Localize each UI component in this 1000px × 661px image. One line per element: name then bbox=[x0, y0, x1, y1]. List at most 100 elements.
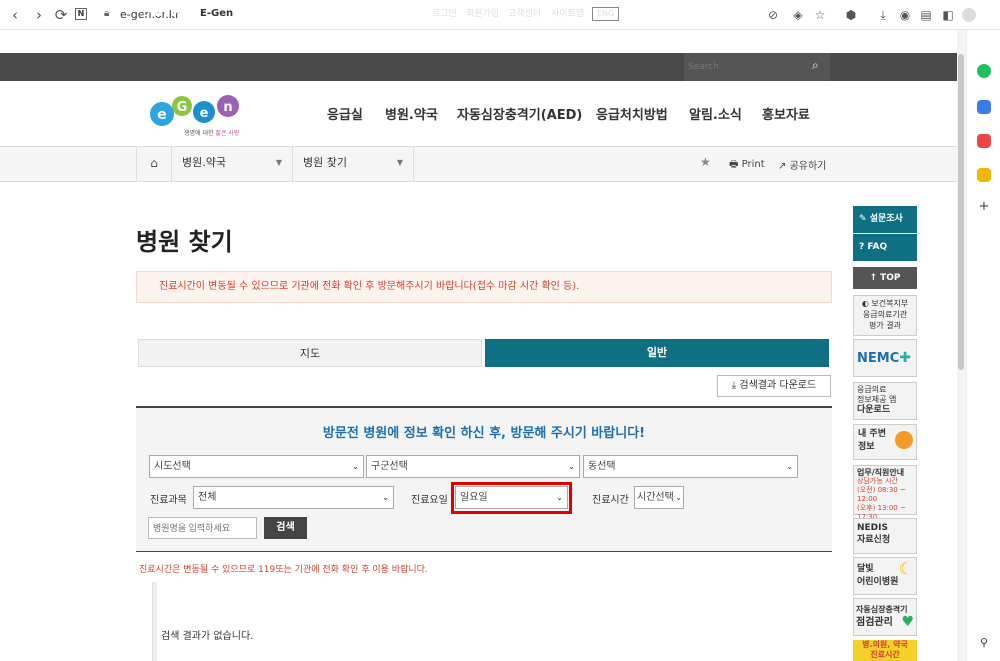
breadcrumb-level2-select[interactable]: 병원 찾기 ▼ bbox=[293, 146, 414, 182]
lock-icon[interactable]: 🔒︎ bbox=[104, 8, 109, 19]
sitemap-link[interactable]: 사이트맵 bbox=[551, 0, 584, 28]
duty-morning: (오전) 08:30 ~ 12:00 bbox=[857, 486, 906, 503]
faq-button[interactable]: ? FAQ bbox=[853, 234, 917, 261]
extension-icon[interactable]: ⬢ bbox=[843, 7, 859, 23]
hospital-name-input[interactable] bbox=[148, 517, 257, 539]
result-divider bbox=[152, 582, 157, 661]
time-label: 진료시간 bbox=[592, 495, 629, 506]
reload-button[interactable]: ⟳ bbox=[52, 6, 70, 24]
back-button[interactable]: ‹ bbox=[6, 6, 24, 24]
app-subtitle: 정보제공 앱 bbox=[857, 395, 897, 404]
calendar-icon[interactable] bbox=[977, 100, 991, 114]
education-link[interactable]: 교육 bbox=[297, 0, 315, 28]
search-icon[interactable]: ⌕ bbox=[812, 58, 819, 73]
svg-text:n: n bbox=[223, 100, 232, 115]
pin-icon[interactable]: ⚲ bbox=[977, 636, 991, 650]
support-link[interactable]: 고객센터 bbox=[508, 0, 541, 28]
camera-icon[interactable]: ◉ bbox=[897, 7, 913, 23]
time-change-note: 진료시간은 변동될 수 있으므로 119또는 기관에 전화 확인 후 이용 바랍… bbox=[139, 565, 428, 575]
forward-button[interactable]: › bbox=[30, 6, 48, 24]
breadcrumb-level1-select[interactable]: 병원.약국 ▼ bbox=[172, 146, 293, 182]
duty-info-banner[interactable]: 업무/직원안내 상담가능 시간 (오전) 08:30 ~ 12:00 (오후) … bbox=[853, 465, 917, 521]
nedis-banner[interactable]: NEDIS 자료신청 bbox=[853, 518, 917, 554]
signup-link[interactable]: 회원가입 bbox=[466, 0, 499, 28]
eng-link[interactable]: ENG bbox=[592, 7, 620, 21]
app-download-label: 다운로드 bbox=[857, 405, 891, 415]
notice-banner: 진료시간이 변동될 수 있으므로 기관에 전화 확인 후 방문해주시기 바랍니다… bbox=[136, 271, 832, 303]
download-icon[interactable]: ⤓ bbox=[875, 7, 891, 23]
share-button[interactable]: ↗ 공유하기 bbox=[778, 157, 826, 172]
clinic-title: 병.의원, 약국 bbox=[862, 640, 908, 649]
moon-icon: ☾ bbox=[898, 559, 913, 578]
evaluation-subtitle: 평가 결과 bbox=[869, 321, 901, 330]
bookmark-star-icon[interactable] bbox=[977, 168, 991, 182]
chevron-down-icon: ⌄ bbox=[382, 493, 389, 502]
survey-button[interactable]: ✎ 설문조사 bbox=[853, 206, 917, 233]
poison-info-link[interactable]: 중독정보 bbox=[243, 0, 280, 28]
star-icon[interactable]: ☆ bbox=[812, 7, 828, 23]
aed-check-banner[interactable]: 자동심장충격기 점검관리 ♥ bbox=[853, 598, 917, 636]
moonlight-banner[interactable]: 달빛 어린이병원 ☾ bbox=[853, 557, 917, 595]
scrollbar-thumb[interactable] bbox=[958, 54, 964, 370]
integrated-search-dropdown[interactable]: 통합검색 ▾ bbox=[628, 0, 669, 28]
nemc-link[interactable]: NEMC bbox=[155, 0, 188, 28]
app-green-icon[interactable] bbox=[977, 64, 991, 78]
gnb-news[interactable]: 알림.소식 bbox=[689, 104, 742, 123]
sido-select[interactable]: 시도선택 ⌄ bbox=[149, 455, 364, 478]
duty-title: 업무/직원안내 bbox=[857, 468, 905, 477]
chevron-down-icon: ▼ bbox=[275, 158, 282, 167]
day-select-highlight bbox=[451, 482, 572, 514]
egen-logo[interactable]: e G e n 생명에 대한 젊은 사랑 bbox=[148, 92, 248, 138]
top-button[interactable]: ↑ TOP bbox=[853, 267, 917, 289]
gnb-first-aid[interactable]: 응급처치방법 bbox=[596, 104, 668, 123]
gnb-aed[interactable]: 자동심장충격기(AED) bbox=[457, 104, 582, 123]
monitoring-link[interactable]: 응급의료모니터링 bbox=[333, 0, 407, 28]
edit-icon: ✎ bbox=[859, 214, 867, 224]
blocked-icon[interactable]: ⊘ bbox=[765, 7, 781, 23]
cross-icon: ✚ bbox=[899, 350, 911, 366]
nearby-info-banner[interactable]: 내 주변 정보 bbox=[853, 424, 917, 460]
breadcrumb-home-icon[interactable]: ⌂ bbox=[136, 146, 172, 182]
svg-text:e: e bbox=[200, 106, 209, 121]
print-button[interactable]: 🖶︎ Print bbox=[729, 157, 765, 174]
browser-side-panel: + ⚲ bbox=[966, 30, 1000, 661]
heart-icon: ♥ bbox=[901, 614, 914, 630]
search-button[interactable]: 검색 bbox=[264, 517, 307, 539]
nemc-banner[interactable]: NEMC✚ bbox=[853, 339, 917, 377]
svg-text:e: e bbox=[157, 107, 167, 123]
tab-general[interactable]: 일반 bbox=[485, 339, 829, 367]
sidebar-icon[interactable]: ◧ bbox=[940, 7, 956, 23]
site-search-input[interactable] bbox=[688, 57, 808, 77]
page-title: 병원 찾기 bbox=[136, 228, 233, 256]
app-download-banner[interactable]: 응급의료 정보제공 앱 다운로드 bbox=[853, 382, 917, 420]
logo-tagline: 생명에 대한 젊은 사랑 bbox=[184, 130, 240, 137]
shield-icon[interactable]: ◈ bbox=[790, 7, 806, 23]
clinic-hours-banner[interactable]: 병.의원, 약국 진료시간 bbox=[853, 640, 917, 661]
tab-map[interactable]: 지도 bbox=[138, 339, 482, 367]
home-icon[interactable]: ⌂ bbox=[143, 0, 150, 28]
gnb-promotion[interactable]: 홍보자료 bbox=[762, 104, 810, 123]
gugun-select[interactable]: 구군선택 ⌄ bbox=[366, 455, 580, 478]
egen-link[interactable]: E-Gen bbox=[190, 0, 244, 28]
pocket-icon[interactable] bbox=[977, 134, 991, 148]
nedis-subtitle: 자료신청 bbox=[857, 535, 891, 545]
gnb-emergency-room[interactable]: 응급실 bbox=[327, 104, 363, 123]
favorite-star-icon[interactable]: ★ bbox=[700, 155, 711, 169]
time-select[interactable]: 시간선택 ⌄ bbox=[634, 486, 684, 509]
profile-avatar[interactable] bbox=[962, 8, 976, 22]
login-link[interactable]: 로그인 bbox=[432, 0, 457, 28]
n-icon[interactable]: N bbox=[75, 8, 87, 20]
chevron-down-icon: ⌄ bbox=[675, 493, 682, 502]
gnb-hospital-pharmacy[interactable]: 병원.약국 bbox=[385, 104, 438, 123]
search-heading: 방문전 병원에 정보 확인 하신 후, 방문해 주시기 바랍니다! bbox=[322, 426, 646, 441]
dong-select[interactable]: 동선택 ⌄ bbox=[583, 455, 798, 478]
evaluation-banner[interactable]: ◐ 보건복지부 응급의료기관 평가 결과 bbox=[853, 295, 917, 336]
reader-icon[interactable]: ▤ bbox=[918, 7, 934, 23]
site-search: ⌕ bbox=[684, 53, 830, 81]
dept-select[interactable]: 전체 ⌄ bbox=[193, 486, 394, 509]
download-results-button[interactable]: ⤓ 검색결과 다운로드 bbox=[717, 375, 831, 397]
chevron-down-icon: ⌄ bbox=[352, 462, 359, 471]
add-icon[interactable]: + bbox=[977, 200, 991, 214]
chevron-down-icon: ⌄ bbox=[568, 462, 575, 471]
download-icon: ⤓ bbox=[731, 380, 737, 391]
